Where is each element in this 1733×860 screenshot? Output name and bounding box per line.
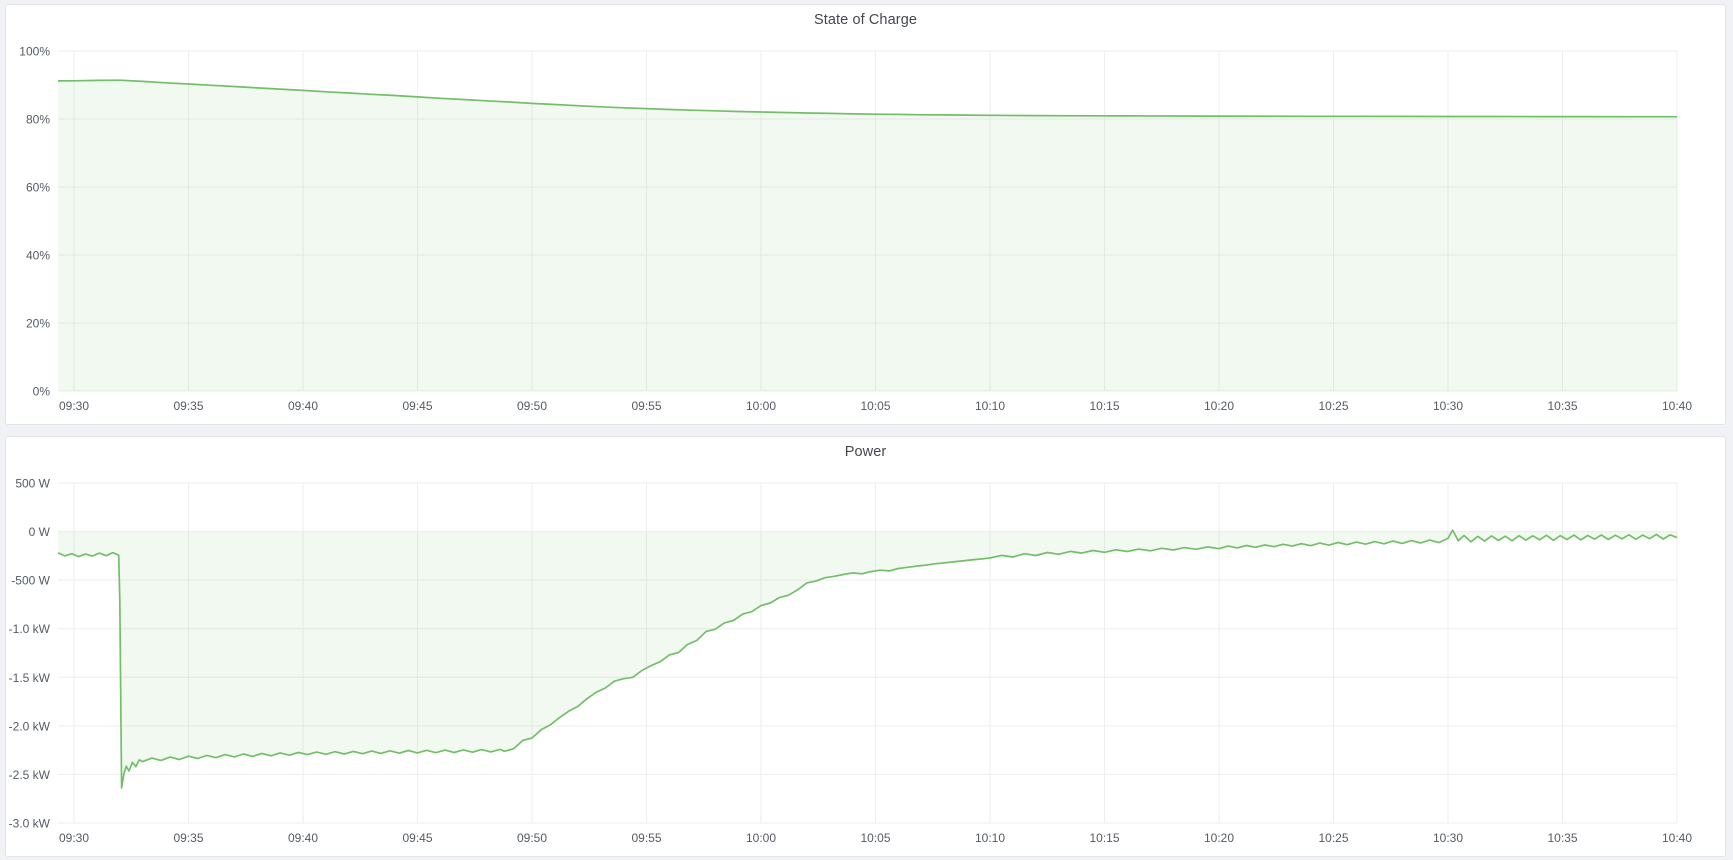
svg-text:-1.0 kW: -1.0 kW: [9, 622, 51, 636]
svg-text:10:00: 10:00: [746, 399, 776, 413]
svg-text:-1.5 kW: -1.5 kW: [9, 671, 51, 685]
grafana-dashboard: State of Charge 100%80%60%40%20%0%09:300…: [0, 0, 1733, 860]
svg-text:-500 W: -500 W: [11, 574, 50, 588]
panel-power: Power 500 W 0 W -500 W -1.0 kW -1.5 kW -2.0 k…: [5, 436, 1726, 857]
svg-text:09:45: 09:45: [402, 831, 432, 845]
y-axis-labels: 100% 80% 60% 40% 20% 0%: [19, 45, 50, 399]
svg-text:10:20: 10:20: [1204, 399, 1234, 413]
svg-text:40%: 40%: [26, 249, 50, 263]
svg-text:0 W: 0 W: [29, 525, 51, 539]
svg-text:60%: 60%: [26, 181, 50, 195]
svg-text:500 W: 500 W: [15, 477, 50, 491]
panel-state-of-charge: State of Charge 100%80%60%40%20%0%09:300…: [5, 4, 1726, 425]
svg-text:09:55: 09:55: [631, 831, 661, 845]
svg-text:10:10: 10:10: [975, 399, 1005, 413]
state-of-charge-chart-plot[interactable]: 100%80%60%40%20%0%09:3009:3509:4009:4509…: [6, 5, 1725, 424]
svg-text:80%: 80%: [26, 113, 50, 127]
svg-text:09:55: 09:55: [631, 399, 661, 413]
svg-text:10:30: 10:30: [1433, 831, 1463, 845]
svg-text:20%: 20%: [26, 317, 50, 331]
svg-text:09:50: 09:50: [517, 399, 547, 413]
svg-text:10:10: 10:10: [975, 831, 1005, 845]
series-area-fill: [58, 530, 1677, 788]
svg-text:10:30: 10:30: [1433, 399, 1463, 413]
svg-text:09:30: 09:30: [59, 399, 89, 413]
svg-text:100%: 100%: [19, 45, 50, 59]
svg-text:10:00: 10:00: [746, 831, 776, 845]
svg-text:10:15: 10:15: [1089, 399, 1119, 413]
panel-title-power[interactable]: Power: [6, 444, 1725, 460]
svg-text:09:35: 09:35: [173, 831, 203, 845]
svg-text:10:40: 10:40: [1662, 399, 1692, 413]
svg-text:-3.0 kW: -3.0 kW: [9, 817, 51, 831]
svg-text:0%: 0%: [33, 385, 51, 399]
series-area-fill: [58, 80, 1677, 391]
panel-title-state-of-charge[interactable]: State of Charge: [6, 12, 1725, 28]
svg-text:10:20: 10:20: [1204, 831, 1234, 845]
svg-text:10:40: 10:40: [1662, 831, 1692, 845]
svg-text:09:50: 09:50: [517, 831, 547, 845]
svg-text:-2.0 kW: -2.0 kW: [9, 719, 51, 733]
svg-text:09:40: 09:40: [288, 399, 318, 413]
svg-text:10:25: 10:25: [1318, 831, 1348, 845]
svg-text:09:35: 09:35: [173, 399, 203, 413]
svg-text:10:25: 10:25: [1318, 399, 1348, 413]
svg-text:10:15: 10:15: [1089, 831, 1119, 845]
svg-text:10:05: 10:05: [860, 831, 890, 845]
svg-text:10:35: 10:35: [1547, 831, 1577, 845]
x-axis-labels: 09:30 09:35 09:40 09:45 09:50 09:55 10:00 10:05…: [59, 831, 1692, 845]
svg-text:09:30: 09:30: [59, 831, 89, 845]
svg-text:10:05: 10:05: [860, 399, 890, 413]
svg-text:09:45: 09:45: [402, 399, 432, 413]
y-axis-labels: 500 W 0 W -500 W -1.0 kW -1.5 kW -2.0 kW -2.5 …: [9, 477, 51, 831]
power-chart-plot[interactable]: 500 W 0 W -500 W -1.0 kW -1.5 kW -2.0 kW -2.5 …: [6, 437, 1725, 856]
svg-text:09:40: 09:40: [288, 831, 318, 845]
x-axis-labels: 09:30 09:35 09:40 09:45 09:50 09:55 10:00 10:05…: [59, 399, 1692, 413]
svg-text:10:35: 10:35: [1547, 399, 1577, 413]
svg-text:-2.5 kW: -2.5 kW: [9, 768, 51, 782]
